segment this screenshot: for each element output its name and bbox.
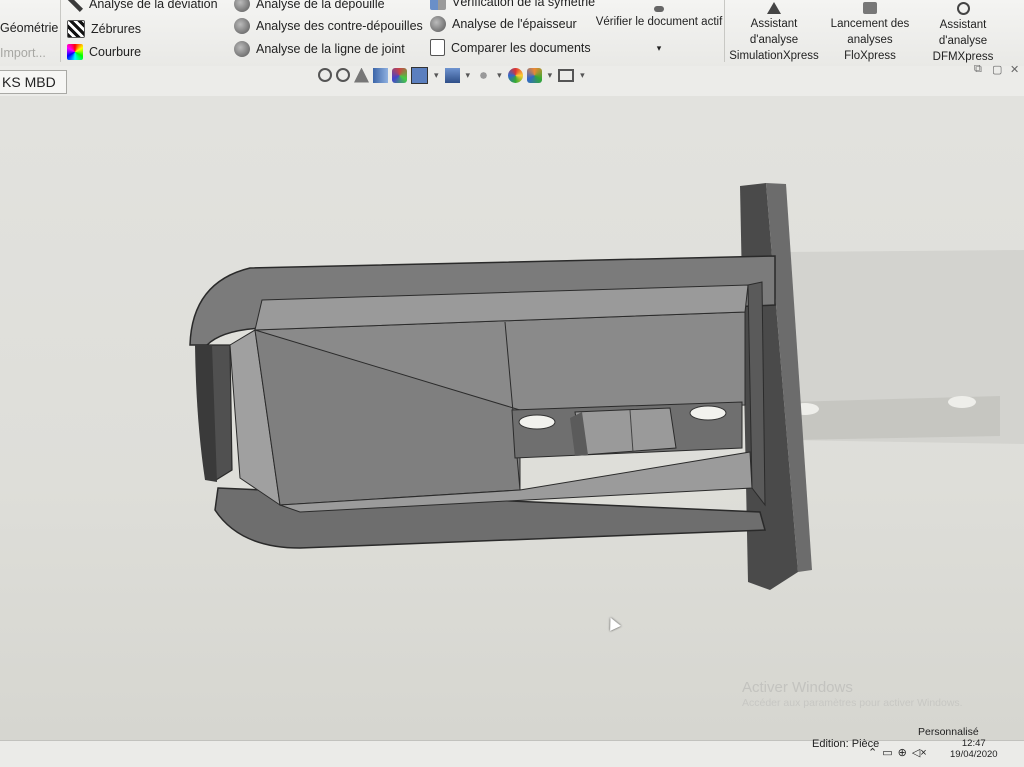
curvature-label: Courbure <box>89 45 142 59</box>
view-settings-monitor-icon[interactable] <box>558 68 575 82</box>
draft-label: Analyse de la dépouille <box>256 0 385 11</box>
activation-watermark-title: Activer Windows <box>742 679 853 696</box>
zoom-to-area-icon[interactable] <box>336 68 350 82</box>
symmetry-icon <box>430 0 446 10</box>
simulationxpress-button[interactable]: Assistant d'analyse SimulationXpress <box>726 0 822 62</box>
dfmxpress-check-icon <box>956 2 970 15</box>
speaker-icon[interactable]: ◁× <box>912 746 927 759</box>
simulationxpress-icon <box>767 2 781 14</box>
zebra-stripes-button[interactable]: Zébrures <box>67 20 141 38</box>
simulationxpress-label-2: SimulationXpress <box>729 50 819 62</box>
deviation-label: Analyse de la déviation <box>89 0 218 11</box>
ghost-hole-2 <box>948 396 976 408</box>
ribbon-separator <box>724 0 725 62</box>
view-orientation-dropdown-icon[interactable]: ▾ <box>434 70 439 81</box>
parting-line-analysis-button[interactable]: Analyse de la ligne de joint <box>234 41 405 57</box>
heads-up-view-toolbar: ▾ ▾ ▾ ▾ ▾ <box>318 65 587 85</box>
compare-documents-button[interactable]: Comparer les documents <box>430 39 591 56</box>
command-manager-ribbon: Géométrie Import... Analyse de la déviat… <box>0 0 1024 67</box>
close-window-icon[interactable]: ✕ <box>1010 63 1019 76</box>
floxpress-label-2: analyses FloXpress <box>844 34 896 62</box>
slot-hole-left <box>518 414 556 430</box>
restore-window-icon[interactable]: ⧉ <box>974 63 982 76</box>
edit-appearance-icon[interactable] <box>507 67 523 83</box>
symmetry-label: Vérification de la symétrie <box>452 0 596 9</box>
previous-view-icon[interactable] <box>354 67 369 83</box>
hide-show-items-icon[interactable] <box>476 67 492 83</box>
apply-scene-icon[interactable] <box>526 67 542 83</box>
compare-label: Comparer les documents <box>451 40 591 55</box>
globe-network-icon[interactable]: ⊕ <box>898 746 907 759</box>
boss <box>574 407 677 456</box>
simulationxpress-label-1: Assistant d'analyse <box>749 18 799 46</box>
parting-line-icon <box>234 41 250 57</box>
geometry-button[interactable]: Géométrie <box>0 21 58 35</box>
section-view-icon[interactable] <box>373 67 388 83</box>
dfmxpress-button[interactable]: Assistant d'analyse DFMXpress <box>916 0 1010 63</box>
geometry-label: Géométrie <box>0 21 59 35</box>
floxpress-button[interactable]: Lancement des analyses FloXpress <box>824 0 916 62</box>
curvature-icon <box>67 44 83 60</box>
battery-icon[interactable]: ▭ <box>882 746 892 759</box>
check-document-label: Vérifier le document actif <box>595 16 723 28</box>
hide-show-dropdown-icon[interactable]: ▾ <box>497 70 502 81</box>
undercut-analysis-button[interactable]: Analyse des contre-dépouilles <box>234 18 423 34</box>
import-label: Import... <box>0 46 46 60</box>
undercut-icon <box>234 18 250 34</box>
graphics-area[interactable] <box>0 96 1024 740</box>
zebra-label: Zébrures <box>91 22 142 36</box>
check-document-icon <box>654 6 664 12</box>
more-dropdown-icon[interactable]: ▾ <box>594 40 724 56</box>
dynamic-annotation-icon[interactable] <box>392 67 407 83</box>
floxpress-label-1: Lancement des <box>830 18 910 30</box>
draft-icon <box>234 0 250 12</box>
apply-scene-dropdown-icon[interactable]: ▾ <box>548 70 553 81</box>
floxpress-icon <box>863 2 877 14</box>
clock[interactable]: 12:47 19/04/2020 <box>950 738 998 760</box>
part-section-model <box>189 183 1024 590</box>
symmetry-check-button[interactable]: Vérification de la symétrie <box>430 0 595 10</box>
maximize-window-icon[interactable]: ▢ <box>992 63 1002 76</box>
undercut-label: Analyse des contre-dépouilles <box>256 19 423 33</box>
view-settings-dropdown-icon[interactable]: ▾ <box>580 70 585 81</box>
import-button[interactable]: Import... <box>0 46 46 60</box>
activation-watermark-subtitle: Accéder aux paramètres pour activer Wind… <box>742 697 963 709</box>
dfmxpress-label-1: Assistant d'analyse <box>938 19 988 47</box>
deviation-analysis-button[interactable]: Analyse de la déviation <box>67 0 218 12</box>
unit-system-selector[interactable]: Personnalisé <box>918 726 979 738</box>
curvature-button[interactable]: Courbure <box>67 44 141 60</box>
ribbon-separator <box>60 0 61 62</box>
display-style-icon[interactable] <box>444 67 460 83</box>
check-active-document-button[interactable]: Vérifier le document actif ▾ <box>594 4 724 66</box>
tab-mbd[interactable]: KS MBD <box>0 70 67 94</box>
tray-chevron-icon[interactable]: ⌃ <box>868 746 877 759</box>
zebra-icon <box>67 20 85 38</box>
thickness-label: Analyse de l'épaisseur <box>452 17 577 31</box>
parting-line-label: Analyse de la ligne de joint <box>256 42 405 56</box>
clock-date: 19/04/2020 <box>950 749 998 760</box>
view-orientation-icon[interactable] <box>411 66 428 84</box>
status-bar: Edition: Pièce Personnalisé ⌃ ▭ ⊕ ◁× 12:… <box>0 726 1024 767</box>
thickness-icon <box>430 16 446 32</box>
compare-icon <box>430 39 445 56</box>
clock-time: 12:47 <box>961 738 986 749</box>
zoom-to-fit-icon[interactable] <box>318 68 332 82</box>
display-style-dropdown-icon[interactable]: ▾ <box>466 70 471 81</box>
draft-analysis-button[interactable]: Analyse de la dépouille <box>234 0 385 12</box>
slot-hole-right <box>689 405 727 421</box>
thickness-analysis-button[interactable]: Analyse de l'épaisseur <box>430 16 577 32</box>
system-tray: ⌃ ▭ ⊕ ◁× <box>868 746 927 759</box>
deviation-icon <box>67 0 83 12</box>
